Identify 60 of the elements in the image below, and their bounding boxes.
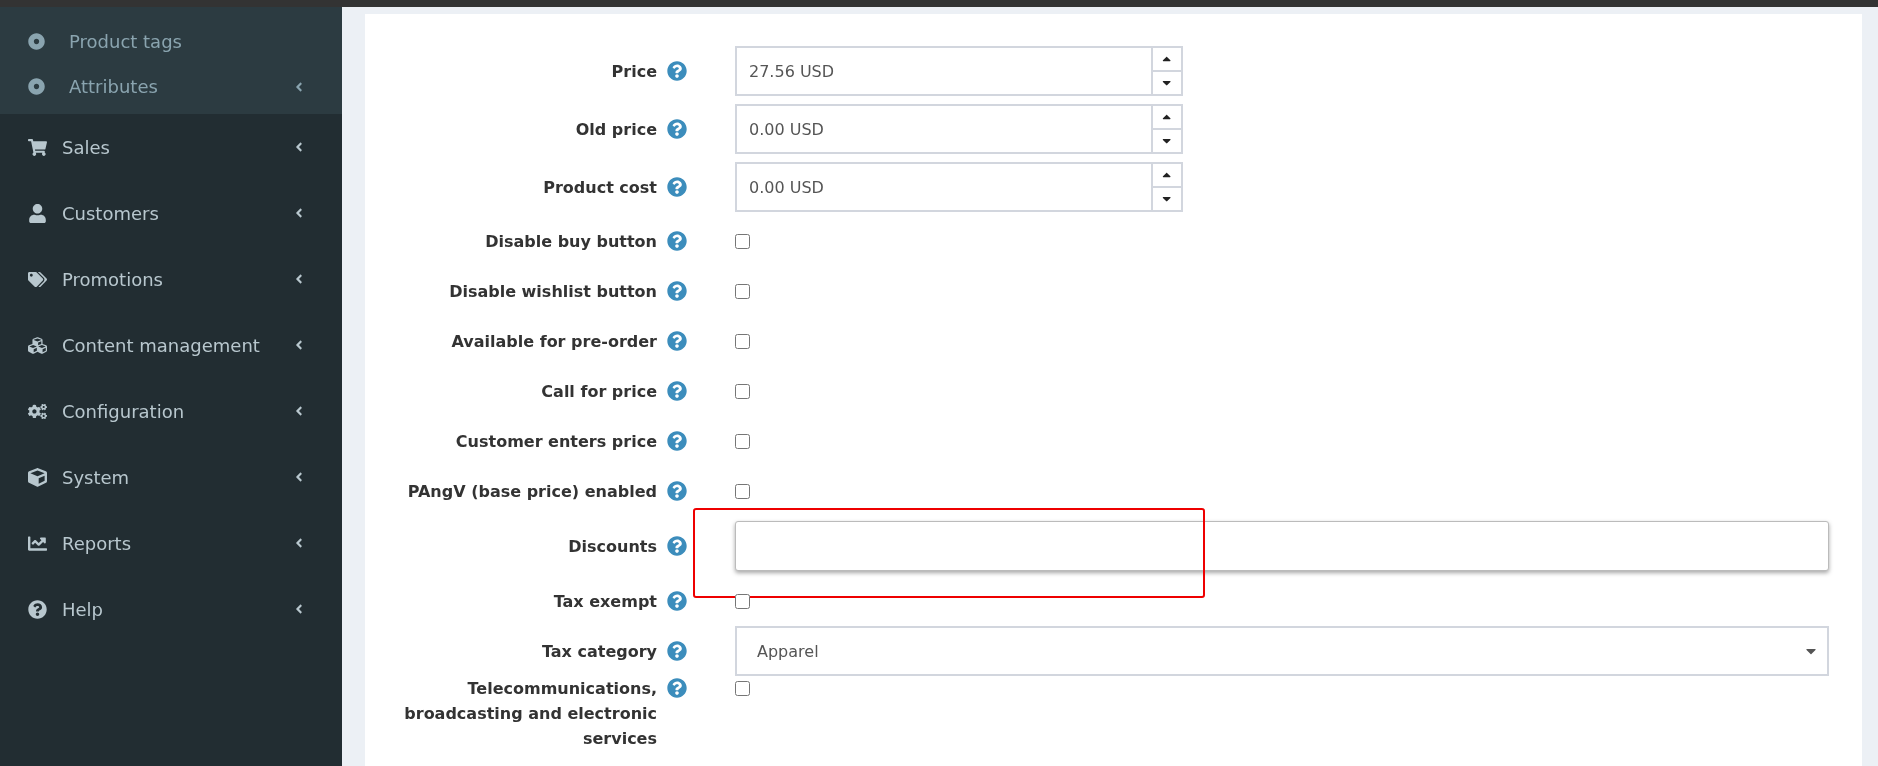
sidebar-item[interactable]: Configuration bbox=[0, 378, 342, 444]
field-label: PAngV (base price) enabled bbox=[407, 480, 657, 503]
gears-icon bbox=[27, 401, 47, 421]
checkbox[interactable] bbox=[735, 233, 750, 249]
help-icon[interactable] bbox=[667, 280, 687, 301]
help-icon[interactable] bbox=[667, 535, 687, 556]
cart-icon bbox=[27, 137, 47, 157]
field-label: Available for pre-order bbox=[451, 330, 657, 353]
help-icon bbox=[27, 599, 47, 619]
field-label: Tax category bbox=[541, 640, 657, 663]
help-icon[interactable] bbox=[667, 480, 687, 501]
sidebar-subitem[interactable]: Product tags bbox=[0, 19, 342, 64]
spinner[interactable] bbox=[1151, 162, 1183, 212]
sidebar-item[interactable]: Help bbox=[0, 576, 342, 642]
checkbox[interactable] bbox=[735, 593, 750, 609]
checkbox[interactable] bbox=[735, 433, 750, 449]
sidebar-subitem[interactable]: Attributes bbox=[0, 64, 342, 109]
field-label: Price bbox=[611, 60, 657, 83]
field-label: Discounts bbox=[568, 535, 657, 558]
number-field[interactable]: 0.00 USD bbox=[735, 104, 1151, 154]
field-label: Call for price bbox=[541, 380, 657, 403]
help-icon[interactable] bbox=[667, 118, 687, 139]
field-label: Customer enters price bbox=[455, 430, 657, 453]
help-icon[interactable] bbox=[667, 640, 687, 661]
help-icon[interactable] bbox=[667, 176, 687, 197]
help-icon[interactable] bbox=[667, 330, 687, 351]
sidebar-item[interactable]: System bbox=[0, 444, 342, 510]
help-icon[interactable] bbox=[667, 60, 687, 81]
checkbox[interactable] bbox=[735, 333, 750, 349]
sidebar-item[interactable]: Content management bbox=[0, 312, 342, 378]
sidebar-item[interactable]: Customers bbox=[0, 180, 342, 246]
checkbox[interactable] bbox=[735, 283, 750, 299]
help-icon[interactable] bbox=[667, 678, 687, 698]
checkbox[interactable] bbox=[735, 383, 750, 399]
field-label: Product cost bbox=[543, 176, 657, 199]
tags-icon bbox=[27, 269, 47, 289]
field-label: Disable buy button bbox=[485, 230, 657, 253]
checkbox[interactable] bbox=[735, 681, 750, 696]
help-icon[interactable] bbox=[667, 590, 687, 611]
cubes-icon bbox=[27, 335, 47, 355]
sidebar-item[interactable]: Reports bbox=[0, 510, 342, 576]
input-field[interactable] bbox=[735, 521, 1829, 571]
help-icon[interactable] bbox=[667, 380, 687, 401]
number-field[interactable]: 27.56 USD bbox=[735, 46, 1151, 96]
field-label: Old price bbox=[575, 118, 657, 141]
sidebar-item[interactable]: Promotions bbox=[0, 246, 342, 312]
sidebar-item[interactable]: Sales bbox=[0, 114, 342, 180]
spinner[interactable] bbox=[1151, 46, 1183, 96]
spinner[interactable] bbox=[1151, 104, 1183, 154]
field-label: Tax exempt bbox=[553, 590, 657, 613]
line-chart-icon bbox=[27, 533, 47, 553]
number-field[interactable]: 0.00 USD bbox=[735, 162, 1151, 212]
help-icon[interactable] bbox=[667, 230, 687, 251]
select-field[interactable]: Apparel bbox=[735, 626, 1829, 676]
field-label: Disable wishlist button bbox=[449, 280, 657, 303]
user-icon bbox=[27, 203, 47, 223]
checkbox[interactable] bbox=[735, 483, 750, 499]
help-icon[interactable] bbox=[667, 430, 687, 451]
cube-icon bbox=[27, 467, 47, 487]
field-label: Telecommunications, broadcasting and electronic services bbox=[403, 678, 657, 750]
